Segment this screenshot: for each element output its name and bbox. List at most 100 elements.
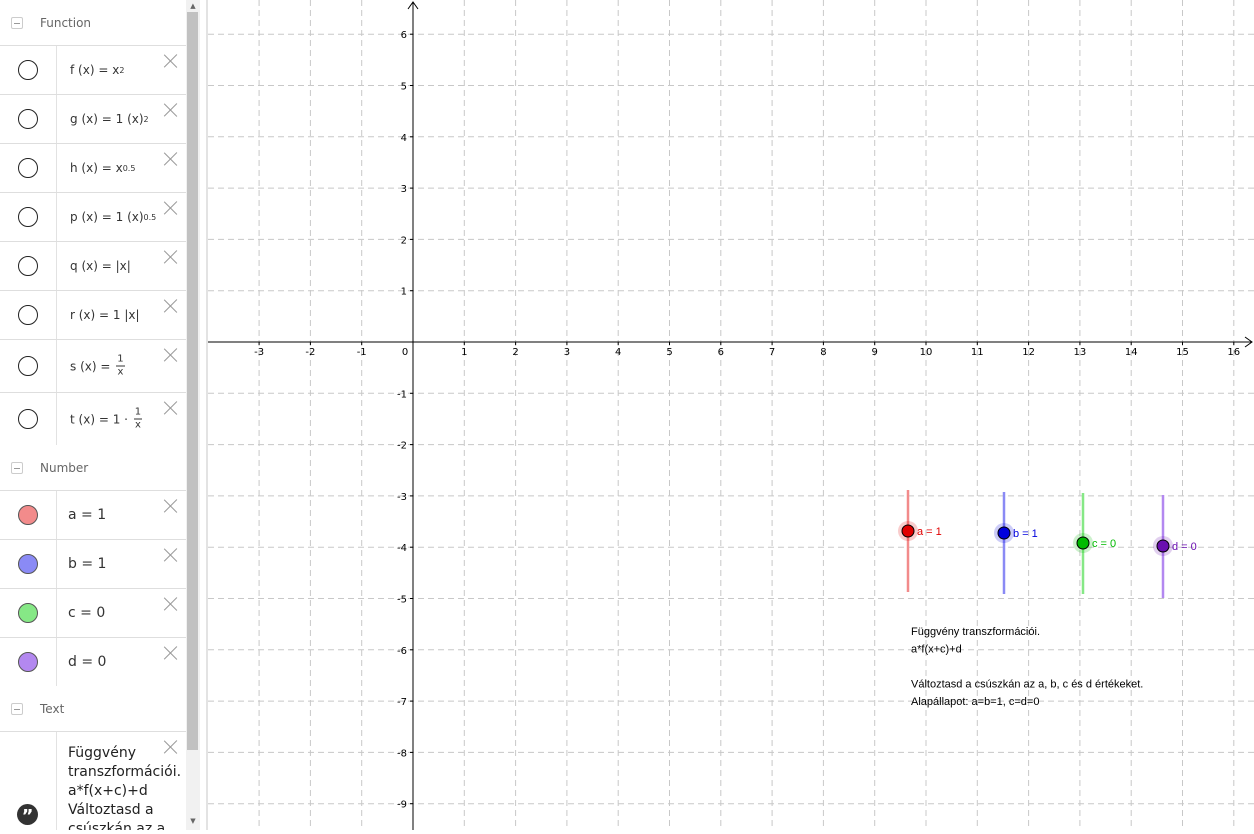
visibility-toggle[interactable] (18, 652, 38, 672)
y-tick-label: 2 (401, 235, 407, 246)
delete-icon[interactable] (162, 248, 180, 266)
function-definition: g (x) = 1 (x) 2 (70, 112, 149, 126)
x-tick-label: 5 (666, 347, 672, 358)
visibility-toggle[interactable] (18, 158, 38, 178)
x-tick-label: 4 (615, 347, 621, 358)
delete-icon[interactable] (162, 738, 180, 756)
delete-icon[interactable] (162, 644, 180, 662)
number-row-0[interactable]: a = 1 (0, 490, 186, 539)
graphics-view[interactable]: -3 -2 -1 0 1 2 3 4 5 6 7 8 9 10 11 12 13 14 15 16 6 5 4 3 2 1 -1 -2… (208, 0, 1254, 830)
delete-icon[interactable] (162, 595, 180, 613)
visibility-toggle[interactable] (18, 305, 38, 325)
number-definition: b = 1 (68, 556, 107, 572)
visibility-toggle[interactable] (18, 60, 38, 80)
visibility-toggle[interactable] (18, 409, 38, 429)
function-row-r[interactable]: r (x) = 1 |x| (0, 290, 186, 339)
visibility-toggle[interactable] (18, 505, 38, 525)
delete-icon[interactable] (162, 497, 180, 515)
function-definition: p (x) = 1 (x) 0.5 (70, 210, 156, 224)
slider-b-handle[interactable] (997, 526, 1011, 540)
function-exponent: 2 (143, 114, 149, 124)
collapse-icon[interactable] (11, 462, 23, 474)
graphics-text-line: Alapállapot: a=b=1, c=d=0 (911, 696, 1039, 708)
delete-icon[interactable] (162, 52, 180, 70)
function-equals: (x) = (77, 161, 116, 175)
function-row-h[interactable]: h (x) = x 0.5 (0, 143, 186, 192)
function-row-p[interactable]: p (x) = 1 (x) 0.5 (0, 192, 186, 241)
x-tick-label: 9 (872, 347, 878, 358)
function-prefix: 1 (112, 308, 121, 322)
function-row-f[interactable]: f (x) = x2 (0, 45, 186, 94)
function-base: (x) (127, 210, 144, 224)
category-number-header[interactable]: Number (0, 446, 186, 490)
number-row-1[interactable]: b = 1 (0, 539, 186, 588)
x-tick-label: -3 (254, 347, 264, 358)
function-prefix: 1 · (112, 412, 128, 426)
x-tick-label: -1 (357, 347, 367, 358)
quote-icon[interactable]: ” (17, 804, 38, 827)
x-tick-label: 14 (1125, 347, 1138, 358)
x-tick-label: 12 (1022, 347, 1035, 358)
x-tick-label: 15 (1176, 347, 1189, 358)
function-equals: (x) = (77, 112, 116, 126)
category-label: Function (40, 16, 92, 30)
y-tick-label: -9 (397, 800, 407, 811)
visibility-toggle[interactable] (18, 603, 38, 623)
x-tick-label: 10 (920, 347, 933, 358)
function-name: h (70, 161, 78, 175)
x-tick-label: 16 (1227, 347, 1240, 358)
y-tick-label: -1 (397, 389, 407, 400)
slider-d-label: d = 0 (1172, 541, 1197, 553)
visibility-toggle[interactable] (18, 554, 38, 574)
visibility-toggle[interactable] (18, 256, 38, 276)
function-name: g (70, 112, 78, 126)
collapse-icon[interactable] (11, 17, 23, 29)
delete-icon[interactable] (162, 101, 180, 119)
slider-c-handle[interactable] (1076, 536, 1090, 550)
graphics-canvas[interactable]: -3 -2 -1 0 1 2 3 4 5 6 7 8 9 10 11 12 13 14 15 16654321-1-2… (208, 0, 1254, 830)
function-equals: (x) = (77, 259, 116, 273)
y-tick-label: -3 (397, 492, 407, 503)
delete-icon[interactable] (162, 546, 180, 564)
text-object-content: Függvény transzformációi. a*f(x+c)+d Vál… (68, 745, 182, 830)
number-definition: d = 0 (68, 654, 107, 670)
function-row-g[interactable]: g (x) = 1 (x) 2 (0, 94, 186, 143)
category-function-header[interactable]: Function (0, 1, 186, 45)
collapse-icon[interactable] (11, 703, 23, 715)
delete-icon[interactable] (162, 199, 180, 217)
visibility-toggle[interactable] (18, 356, 38, 376)
function-exponent: 0.5 (122, 163, 136, 173)
x-tick-label: 7 (769, 347, 775, 358)
delete-icon[interactable] (162, 346, 180, 364)
graphics-text-line: Függvény transzformációi. (911, 626, 1040, 638)
function-definition: r (x) = 1 |x| (70, 308, 140, 322)
y-tick-label: 1 (401, 287, 407, 298)
visibility-toggle[interactable] (18, 109, 38, 129)
scroll-up-arrow[interactable]: ▲ (188, 1, 198, 11)
scroll-down-arrow[interactable]: ▼ (188, 816, 198, 826)
scrollbar-thumb[interactable] (187, 12, 198, 750)
delete-icon[interactable] (162, 399, 180, 417)
visibility-toggle[interactable] (18, 207, 38, 227)
number-row-3[interactable]: d = 0 (0, 637, 186, 686)
function-row-q[interactable]: q (x) = |x| (0, 241, 186, 290)
slider-a-handle[interactable] (901, 524, 915, 538)
function-prefix: 1 (115, 112, 124, 126)
delete-icon[interactable] (162, 150, 180, 168)
function-row-s[interactable]: s (x) = 1x (0, 339, 186, 392)
function-definition: q (x) = |x| (70, 259, 131, 273)
x-tick-label: 6 (718, 347, 724, 358)
category-text-header[interactable]: Text (0, 687, 186, 731)
y-tick-label: -7 (397, 697, 407, 708)
y-tick-label: -2 (397, 441, 407, 452)
function-definition: h (x) = x 0.5 (70, 161, 135, 175)
category-label: Number (40, 461, 89, 475)
function-row-t[interactable]: t (x) = 1 · 1x (0, 392, 186, 445)
number-row-2[interactable]: c = 0 (0, 588, 186, 637)
slider-d-handle[interactable] (1156, 539, 1170, 553)
slider-c-label: c = 0 (1092, 538, 1116, 550)
slider-a-label: a = 1 (917, 526, 942, 538)
function-equals: (x) = (74, 63, 113, 77)
delete-icon[interactable] (162, 297, 180, 315)
y-tick-label: 6 (401, 30, 407, 41)
